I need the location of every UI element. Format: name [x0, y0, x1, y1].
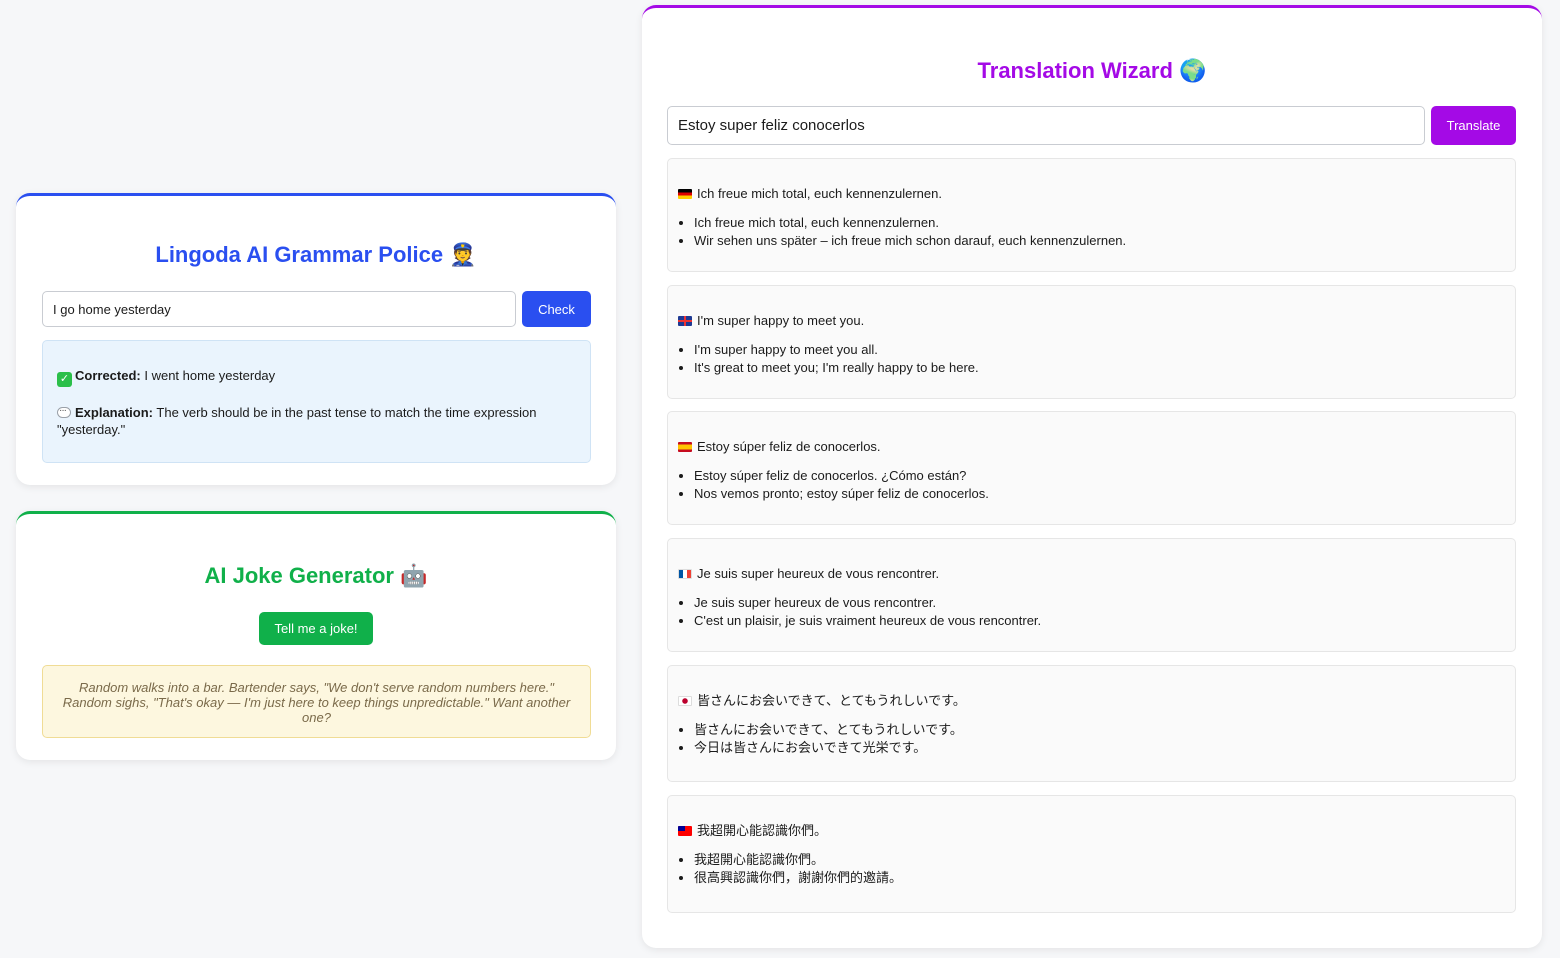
explanation-line: Explanation: The verb should be in the p…: [57, 402, 576, 438]
translation-title: Translation Wizard 🌍: [642, 58, 1542, 84]
spanish-flag-icon: [678, 442, 692, 452]
joke-card: AI Joke Generator 🤖 Tell me a joke! Rand…: [16, 511, 616, 760]
translation-main: Ich freue mich total, euch kennenzulerne…: [678, 186, 1505, 202]
grammar-input-value: I go home yesterday: [53, 301, 171, 317]
translation-alternatives: I'm super happy to meet you all.It's gre…: [678, 341, 1505, 377]
translation-main-text: I'm super happy to meet you.: [697, 313, 865, 328]
translation-alternative: Je suis super heureux de vous rencontrer…: [694, 594, 1505, 612]
translation-result-spanish: Estoy súper feliz de conocerlos. Estoy sú…: [667, 411, 1516, 525]
translation-alternative: 很高興認識你們，謝謝你們的邀請。: [694, 869, 1505, 887]
english-flag-icon: [678, 316, 692, 326]
translation-result-german: Ich freue mich total, euch kennenzulerne…: [667, 158, 1516, 272]
robot-icon: 🤖: [400, 564, 428, 589]
translation-alternatives: Je suis super heureux de vous rencontrer…: [678, 594, 1505, 630]
translation-main: 皆さんにお会いできて、とてもうれしいです。: [678, 693, 1505, 709]
translation-main-text: 皆さんにお会いできて、とてもうれしいです。: [697, 693, 966, 708]
translation-alternative: Nos vemos pronto; estoy súper feliz de c…: [694, 485, 1505, 503]
translation-result-french: Je suis super heureux de vous rencontrer…: [667, 538, 1516, 652]
joke-title: AI Joke Generator 🤖: [16, 563, 616, 589]
translation-alternatives: Estoy súper feliz de conocerlos. ¿Cómo e…: [678, 467, 1505, 503]
translation-alternative: C'est un plaisir, je suis vraiment heure…: [694, 612, 1505, 630]
translation-card: Translation Wizard 🌍 Estoy super feliz c…: [642, 5, 1542, 948]
translation-main-text: Ich freue mich total, euch kennenzulerne…: [697, 186, 942, 201]
translation-result-chinese: 我超開心能認識你們。我超開心能認識你們。很高興認識你們，謝謝你們的邀請。: [667, 795, 1516, 913]
chinese-flag-icon: [678, 826, 692, 836]
grammar-input[interactable]: I go home yesterday: [42, 291, 516, 327]
translation-alternatives: 我超開心能認識你們。很高興認識你們，謝謝你們的邀請。: [678, 851, 1505, 887]
translation-alternative: 我超開心能認識你們。: [694, 851, 1505, 869]
translation-alternative: Ich freue mich total, euch kennenzulerne…: [694, 214, 1505, 232]
corrected-text: I went home yesterday: [140, 368, 276, 383]
check-mark-icon: ✓: [57, 372, 72, 387]
translation-main: I'm super happy to meet you.: [678, 313, 1505, 329]
speech-bubble-icon: [57, 402, 71, 419]
translation-main-text: Estoy súper feliz de conocerlos.: [697, 439, 881, 454]
corrected-label: Corrected:: [75, 368, 141, 383]
french-flag-icon: [678, 569, 692, 579]
translate-button[interactable]: Translate: [1431, 106, 1516, 145]
grammar-card: Lingoda AI Grammar Police 👮 I go home ye…: [16, 193, 616, 485]
translation-main-text: 我超開心能認識你們。: [697, 823, 828, 838]
grammar-title: Lingoda AI Grammar Police 👮: [16, 242, 616, 268]
translation-main: 我超開心能認識你們。: [678, 823, 1505, 839]
translation-alternative: 皆さんにお会いできて、とてもうれしいです。: [694, 721, 1505, 739]
translation-input[interactable]: Estoy super feliz conocerlos: [667, 106, 1425, 145]
japanese-flag-icon: [678, 696, 692, 706]
corrected-line: ✓ Corrected: I went home yesterday: [57, 367, 576, 387]
translation-main: Estoy súper feliz de conocerlos.: [678, 439, 1505, 455]
translation-result-japanese: 皆さんにお会いできて、とてもうれしいです。皆さんにお会いできて、とてもうれしいで…: [667, 665, 1516, 782]
translation-title-text: Translation Wizard: [977, 58, 1173, 83]
tell-joke-button[interactable]: Tell me a joke!: [259, 612, 373, 645]
grammar-result: ✓Corrected: I went home yesterday Explan…: [42, 340, 591, 463]
translation-alternatives: 皆さんにお会いできて、とてもうれしいです。今日は皆さんにお会いできて光栄です。: [678, 721, 1505, 757]
translation-alternatives: Ich freue mich total, euch kennenzulerne…: [678, 214, 1505, 250]
german-flag-icon: [678, 189, 692, 199]
translation-alternative: Wir sehen uns später – ich freue mich sc…: [694, 232, 1505, 250]
globe-icon: 🌍: [1179, 59, 1207, 84]
police-officer-icon: 👮: [449, 243, 477, 268]
joke-title-text: AI Joke Generator: [204, 563, 394, 588]
translation-result-english: I'm super happy to meet you. I'm super ha…: [667, 285, 1516, 399]
translation-main-text: Je suis super heureux de vous rencontrer…: [697, 566, 940, 581]
translation-main: Je suis super heureux de vous rencontrer…: [678, 566, 1505, 582]
translation-alternative: It's great to meet you; I'm really happy…: [694, 359, 1505, 377]
grammar-title-text: Lingoda AI Grammar Police: [155, 242, 444, 267]
translation-alternative: I'm super happy to meet you all.: [694, 341, 1505, 359]
joke-text: Random walks into a bar. Bartender says,…: [42, 665, 591, 738]
translation-alternative: 今日は皆さんにお会いできて光栄です。: [694, 739, 1505, 757]
translation-input-value: Estoy super feliz conocerlos: [678, 117, 865, 134]
check-button[interactable]: Check: [522, 291, 591, 327]
explanation-label: Explanation:: [75, 405, 154, 420]
translation-alternative: Estoy súper feliz de conocerlos. ¿Cómo e…: [694, 467, 1505, 485]
